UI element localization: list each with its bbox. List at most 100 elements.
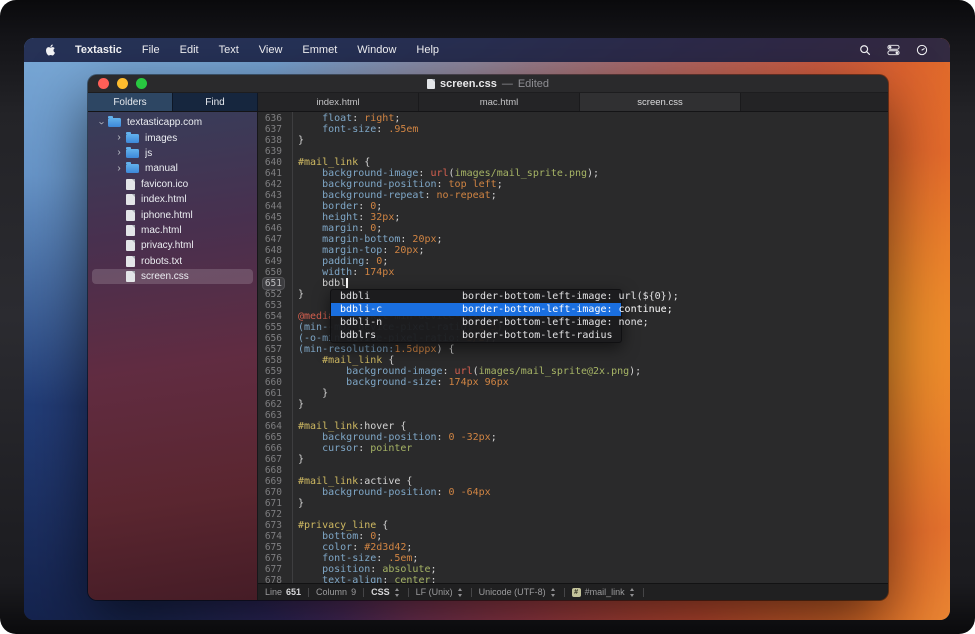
code-line-649[interactable]: 649 padding: 0;: [258, 256, 888, 267]
tree-item-robots-txt[interactable]: robots.txt: [88, 254, 257, 269]
tree-item-textasticapp-com[interactable]: ›textasticapp.com: [88, 115, 257, 130]
control-center-icon[interactable]: [879, 44, 908, 56]
code-line-667[interactable]: 667}: [258, 454, 888, 465]
line-number: 645: [258, 212, 288, 223]
close-button[interactable]: [98, 78, 109, 89]
code-line-641[interactable]: 641 background-image: url(images/mail_sp…: [258, 168, 888, 179]
code-line-665[interactable]: 665 background-position: 0 -32px;: [258, 432, 888, 443]
menu-item-help[interactable]: Help: [406, 44, 449, 56]
spotlight-search-icon[interactable]: [851, 44, 879, 56]
apple-menu-icon[interactable]: [36, 44, 65, 56]
code-line-643[interactable]: 643 background-repeat: no-repeat;: [258, 190, 888, 201]
code-line-646[interactable]: 646 margin: 0;: [258, 223, 888, 234]
editor-content[interactable]: 636 float: right;637 font-size: .95em638…: [258, 112, 888, 583]
code-line-644[interactable]: 644 border: 0;: [258, 201, 888, 212]
menu-item-window[interactable]: Window: [347, 44, 406, 56]
code-line-670[interactable]: 670 background-position: 0 -64px: [258, 487, 888, 498]
code-line-663[interactable]: 663: [258, 410, 888, 421]
code-text: background-size: 174px 96px: [288, 377, 509, 388]
menu-item-edit[interactable]: Edit: [170, 44, 209, 56]
chevron-right-icon[interactable]: ›: [112, 148, 126, 158]
code-text: font-size: .5em;: [288, 553, 418, 564]
code-line-677[interactable]: 677 position: absolute;: [258, 564, 888, 575]
line-number: 640: [258, 157, 288, 168]
code-line-659[interactable]: 659 background-image: url(images/mail_sp…: [258, 366, 888, 377]
menu-item-text[interactable]: Text: [209, 44, 249, 56]
tree-item-label: privacy.html: [141, 240, 194, 251]
code-line-648[interactable]: 648 margin-top: 20px;: [258, 245, 888, 256]
code-line-645[interactable]: 645 height: 32px;: [258, 212, 888, 223]
code-line-666[interactable]: 666 cursor: pointer: [258, 443, 888, 454]
autocomplete-item-bdbli-c[interactable]: bdbli-cborder-bottom-left-image: continu…: [331, 303, 621, 316]
autocomplete-item-bdbli-n[interactable]: bdbli-nborder-bottom-left-image: none;: [331, 316, 621, 329]
encoding-selector[interactable]: Unicode (UTF-8): [479, 587, 557, 597]
code-line-640[interactable]: 640#mail_link {: [258, 157, 888, 168]
chevron-right-icon[interactable]: ›: [112, 164, 126, 174]
sidebar-tab-folders[interactable]: Folders: [88, 93, 173, 111]
tree-item-manual[interactable]: ›manual: [88, 161, 257, 176]
line-number: 655: [258, 322, 288, 333]
code-text: [288, 146, 298, 157]
menu-item-file[interactable]: File: [132, 44, 170, 56]
tree-item-privacy-html[interactable]: privacy.html: [88, 238, 257, 253]
doc-tab-screen-css[interactable]: screen.css: [580, 93, 741, 111]
code-line-660[interactable]: 660 background-size: 174px 96px: [258, 377, 888, 388]
code-line-669[interactable]: 669#mail_link:active {: [258, 476, 888, 487]
tree-item-favicon-ico[interactable]: favicon.ico: [88, 177, 257, 192]
autocomplete-item-bdbli[interactable]: bdbliborder-bottom-left-image: url(${0})…: [331, 290, 621, 303]
code-line-638[interactable]: 638}: [258, 135, 888, 146]
code-line-668[interactable]: 668: [258, 465, 888, 476]
symbol-selector[interactable]: ##mail_link: [572, 587, 636, 597]
tree-item-label: favicon.ico: [141, 179, 188, 190]
menu-item-textastic[interactable]: Textastic: [65, 44, 132, 56]
code-line-637[interactable]: 637 font-size: .95em: [258, 124, 888, 135]
code-line-661[interactable]: 661 }: [258, 388, 888, 399]
tree-item-js[interactable]: ›js: [88, 146, 257, 161]
code-line-674[interactable]: 674 bottom: 0;: [258, 531, 888, 542]
code-line-650[interactable]: 650 width: 174px: [258, 267, 888, 278]
line-endings-selector[interactable]: LF (Unix): [416, 587, 464, 597]
code-line-671[interactable]: 671}: [258, 498, 888, 509]
code-line-639[interactable]: 639: [258, 146, 888, 157]
minimize-button[interactable]: [117, 78, 128, 89]
autocomplete-popup: bdbliborder-bottom-left-image: url(${0})…: [330, 289, 622, 343]
code-line-675[interactable]: 675 color: #2d3d42;: [258, 542, 888, 553]
line-number: 643: [258, 190, 288, 201]
tree-item-mac-html[interactable]: mac.html: [88, 223, 257, 238]
file-icon: [126, 256, 135, 267]
code-line-664[interactable]: 664#mail_link:hover {: [258, 421, 888, 432]
code-line-642[interactable]: 642 background-position: top left;: [258, 179, 888, 190]
code-line-657[interactable]: 657(min-resolution:1.5dppx) {: [258, 344, 888, 355]
tree-item-iphone-html[interactable]: iphone.html: [88, 207, 257, 222]
tree-item-images[interactable]: ›images: [88, 130, 257, 145]
sidebar-tab-find[interactable]: Find: [173, 93, 258, 111]
tree-item-index-html[interactable]: index.html: [88, 192, 257, 207]
code-text: position: absolute;: [288, 564, 437, 575]
tree-item-screen-css[interactable]: screen.css: [92, 269, 253, 284]
chevron-right-icon[interactable]: ›: [112, 133, 126, 143]
code-line-651[interactable]: 651 bdbl: [258, 278, 888, 289]
code-line-647[interactable]: 647 margin-bottom: 20px;: [258, 234, 888, 245]
window-titlebar[interactable]: screen.css — Edited: [88, 75, 888, 93]
line-number: 656: [258, 333, 288, 344]
code-line-676[interactable]: 676 font-size: .5em;: [258, 553, 888, 564]
code-line-662[interactable]: 662}: [258, 399, 888, 410]
code-text: [288, 465, 298, 476]
code-line-658[interactable]: 658 #mail_link {: [258, 355, 888, 366]
code-line-672[interactable]: 672: [258, 509, 888, 520]
chevron-down-icon[interactable]: ›: [96, 116, 106, 130]
tree-item-label: mac.html: [141, 225, 182, 236]
clock-icon[interactable]: [908, 44, 936, 56]
doc-tab-mac-html[interactable]: mac.html: [419, 93, 580, 111]
syntax-selector[interactable]: CSS: [371, 587, 401, 597]
folder-icon: [126, 164, 139, 173]
code-line-673[interactable]: 673#privacy_line {: [258, 520, 888, 531]
autocomplete-item-bdblrs[interactable]: bdblrsborder-bottom-left-radius: [331, 329, 621, 342]
doc-tab-index-html[interactable]: index.html: [258, 93, 419, 111]
code-line-678[interactable]: 678 text-align: center;: [258, 575, 888, 583]
menu-item-view[interactable]: View: [249, 44, 293, 56]
code-text: (min-resolution:1.5dppx) {: [288, 344, 455, 355]
zoom-button[interactable]: [136, 78, 147, 89]
code-line-636[interactable]: 636 float: right;: [258, 113, 888, 124]
menu-item-emmet[interactable]: Emmet: [292, 44, 347, 56]
